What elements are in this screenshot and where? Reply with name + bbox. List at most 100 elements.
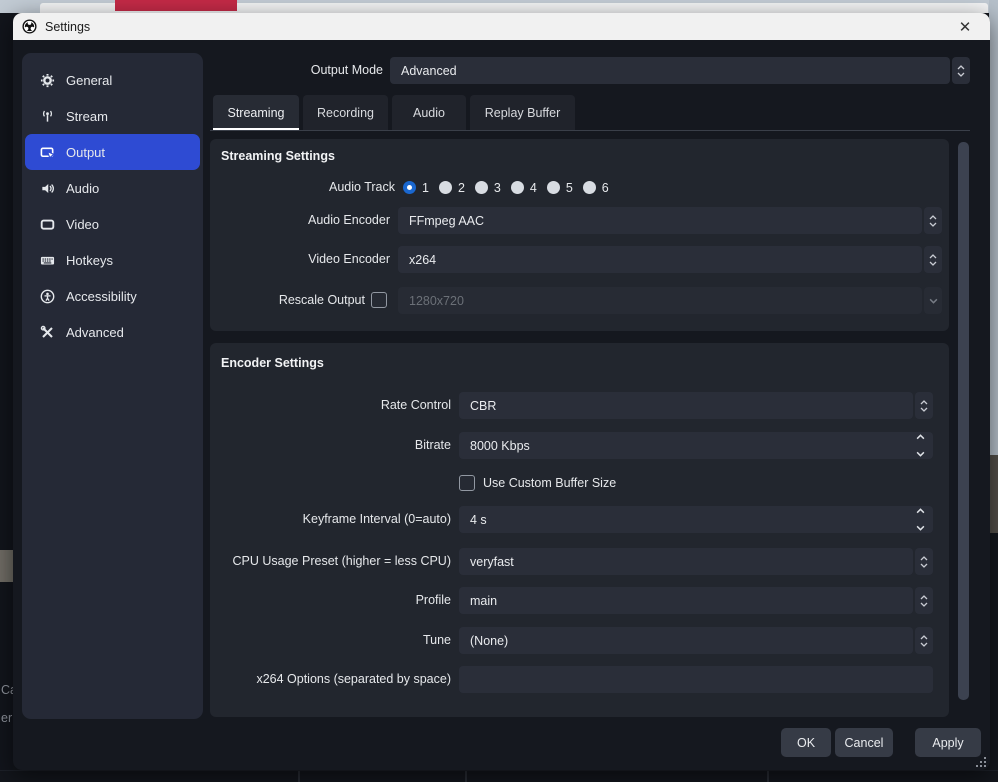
keyboard-icon bbox=[40, 253, 55, 268]
radio-icon[interactable] bbox=[439, 181, 452, 194]
keyframe-interval-label: Keyframe Interval (0=auto) bbox=[210, 506, 451, 533]
close-icon[interactable]: ✕ bbox=[950, 13, 980, 40]
video-encoder-value[interactable]: x264 bbox=[398, 246, 922, 273]
tab-recording[interactable]: Recording bbox=[303, 95, 388, 130]
video-encoder-spinner[interactable] bbox=[924, 246, 942, 273]
tab-streaming[interactable]: Streaming bbox=[213, 95, 299, 130]
chevron-down-icon[interactable] bbox=[916, 525, 925, 531]
rescale-resolution-value: 1280x720 bbox=[398, 287, 922, 314]
bitrate-spinbox[interactable]: 8000 Kbps bbox=[459, 432, 933, 459]
rate-control-select[interactable]: CBR bbox=[459, 392, 933, 419]
vertical-scrollbar-thumb[interactable] bbox=[958, 142, 969, 700]
titlebar[interactable]: Settings ✕ bbox=[13, 13, 990, 40]
keyframe-interval-value[interactable]: 4 s bbox=[470, 513, 487, 527]
radio-icon[interactable] bbox=[475, 181, 488, 194]
audio-track-label: Audio Track bbox=[210, 174, 395, 201]
use-custom-buffer-checkbox[interactable] bbox=[459, 475, 475, 491]
desktop-left-strip: Ca er bbox=[0, 13, 13, 781]
dock-divider bbox=[298, 771, 300, 782]
radio-label: 2 bbox=[458, 181, 465, 195]
rate-control-label: Rate Control bbox=[210, 392, 451, 419]
audio-track-option-1[interactable]: 1 bbox=[403, 181, 429, 195]
rescale-output-checkbox[interactable] bbox=[371, 292, 387, 308]
streaming-settings-panel: Streaming Settings Audio Track 1 2 3 4 5… bbox=[210, 139, 949, 331]
tune-label: Tune bbox=[210, 627, 451, 654]
audio-track-option-6[interactable]: 6 bbox=[583, 181, 609, 195]
sidebar: General Stream Output Audio bbox=[22, 53, 203, 719]
use-custom-buffer-row[interactable]: Use Custom Buffer Size bbox=[459, 473, 616, 493]
chevron-up-icon bbox=[957, 65, 965, 70]
ok-button[interactable]: OK bbox=[781, 728, 831, 757]
audio-encoder-select[interactable]: FFmpeg AAC bbox=[398, 207, 942, 234]
chevron-up-icon bbox=[929, 215, 937, 220]
obs-logo-icon bbox=[22, 19, 37, 34]
dock-divider bbox=[465, 771, 467, 782]
sidebar-item-hotkeys[interactable]: Hotkeys bbox=[25, 242, 200, 278]
chevron-down-icon bbox=[920, 642, 928, 647]
dock-divider bbox=[767, 771, 769, 782]
cpu-usage-preset-value[interactable]: veryfast bbox=[459, 548, 913, 575]
sidebar-item-label: Video bbox=[66, 217, 99, 232]
cpu-usage-preset-select[interactable]: veryfast bbox=[459, 548, 933, 575]
cpu-usage-preset-label: CPU Usage Preset (higher = less CPU) bbox=[210, 548, 451, 575]
sidebar-item-label: Output bbox=[66, 145, 105, 160]
profile-spinner[interactable] bbox=[915, 587, 933, 614]
accessibility-icon bbox=[40, 289, 55, 304]
profile-select[interactable]: main bbox=[459, 587, 933, 614]
chevron-down-icon bbox=[929, 261, 937, 266]
tune-select[interactable]: (None) bbox=[459, 627, 933, 654]
sidebar-item-audio[interactable]: Audio bbox=[25, 170, 200, 206]
sidebar-item-label: Advanced bbox=[66, 325, 124, 340]
tab-label: Streaming bbox=[228, 106, 285, 120]
bitrate-value[interactable]: 8000 Kbps bbox=[470, 439, 530, 453]
audio-encoder-value[interactable]: FFmpeg AAC bbox=[398, 207, 922, 234]
rescale-resolution-spinner bbox=[924, 287, 942, 314]
video-encoder-select[interactable]: x264 bbox=[398, 246, 942, 273]
audio-track-option-3[interactable]: 3 bbox=[475, 181, 501, 195]
radio-icon[interactable] bbox=[511, 181, 524, 194]
radio-selected-icon[interactable] bbox=[403, 181, 416, 194]
desktop-sky bbox=[989, 0, 998, 455]
tune-value[interactable]: (None) bbox=[459, 627, 913, 654]
chevron-down-icon bbox=[920, 602, 928, 607]
sidebar-item-accessibility[interactable]: Accessibility bbox=[25, 278, 200, 314]
tab-audio[interactable]: Audio bbox=[392, 95, 466, 130]
sidebar-item-video[interactable]: Video bbox=[25, 206, 200, 242]
output-mode-select[interactable]: Advanced bbox=[390, 57, 970, 84]
window-resize-grip[interactable] bbox=[976, 757, 986, 767]
streaming-settings-heading: Streaming Settings bbox=[221, 149, 335, 163]
rate-control-value[interactable]: CBR bbox=[459, 392, 913, 419]
output-mode-spinner[interactable] bbox=[952, 57, 970, 84]
output-mode-label: Output Mode bbox=[213, 57, 383, 84]
apply-button[interactable]: Apply bbox=[915, 728, 981, 757]
encoder-settings-heading: Encoder Settings bbox=[221, 356, 324, 370]
audio-track-option-2[interactable]: 2 bbox=[439, 181, 465, 195]
background-red-bar bbox=[115, 0, 237, 11]
chevron-up-icon bbox=[920, 400, 928, 405]
sidebar-item-general[interactable]: General bbox=[25, 62, 200, 98]
broadcast-icon bbox=[40, 109, 55, 124]
radio-icon[interactable] bbox=[583, 181, 596, 194]
sidebar-item-advanced[interactable]: Advanced bbox=[25, 314, 200, 350]
chevron-down-icon[interactable] bbox=[916, 451, 925, 457]
profile-value[interactable]: main bbox=[459, 587, 913, 614]
sidebar-item-stream[interactable]: Stream bbox=[25, 98, 200, 134]
cancel-button[interactable]: Cancel bbox=[835, 728, 893, 757]
audio-encoder-spinner[interactable] bbox=[924, 207, 942, 234]
tune-spinner[interactable] bbox=[915, 627, 933, 654]
keyframe-interval-spinbox[interactable]: 4 s bbox=[459, 506, 933, 533]
audio-track-option-5[interactable]: 5 bbox=[547, 181, 573, 195]
radio-icon[interactable] bbox=[547, 181, 560, 194]
cpu-usage-preset-spinner[interactable] bbox=[915, 548, 933, 575]
desktop-top-strip bbox=[0, 0, 998, 13]
chevron-up-icon[interactable] bbox=[916, 434, 925, 440]
chevron-up-icon[interactable] bbox=[916, 508, 925, 514]
chevron-up-icon bbox=[920, 635, 928, 640]
rate-control-spinner[interactable] bbox=[915, 392, 933, 419]
sidebar-item-label: General bbox=[66, 73, 112, 88]
x264-options-input[interactable] bbox=[459, 666, 933, 693]
tab-replay-buffer[interactable]: Replay Buffer bbox=[470, 95, 575, 130]
sidebar-item-output[interactable]: Output bbox=[25, 134, 200, 170]
output-mode-value[interactable]: Advanced bbox=[390, 57, 950, 84]
audio-track-option-4[interactable]: 4 bbox=[511, 181, 537, 195]
